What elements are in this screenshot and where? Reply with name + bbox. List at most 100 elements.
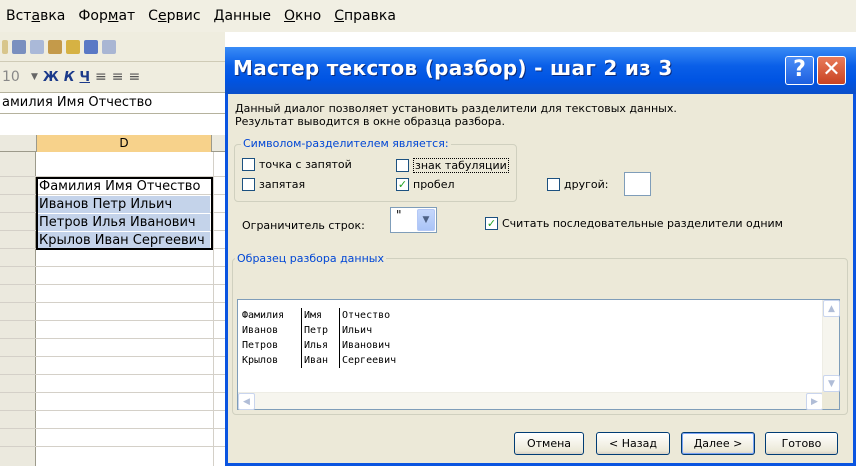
next-button[interactable]: Далее > xyxy=(681,432,755,455)
space-checkbox[interactable]: ✓ пробел xyxy=(396,178,455,191)
copy-icon[interactable] xyxy=(30,39,44,54)
row-headers xyxy=(0,152,36,466)
preview-cell[interactable]: Ильич xyxy=(340,323,430,338)
scroll-left-icon[interactable]: ◀ xyxy=(238,393,255,410)
cut-icon[interactable] xyxy=(12,39,26,54)
menu-item-help[interactable]: Справка xyxy=(334,8,396,24)
back-button[interactable]: < Назад xyxy=(596,432,670,455)
vertical-scrollbar[interactable]: ▲ ▼ xyxy=(822,300,840,392)
align-right-icon[interactable]: ≡ xyxy=(128,69,140,85)
grid-hline xyxy=(0,392,225,393)
delimiters-legend: Символом-разделителем является: xyxy=(241,137,451,150)
preview-cell[interactable]: Крылов xyxy=(242,353,302,368)
semicolon-label: точка с запятой xyxy=(259,158,352,171)
grid-hline xyxy=(0,284,225,285)
menu-item-service[interactable]: Сервис xyxy=(148,8,200,24)
close-button[interactable]: ✕ xyxy=(817,56,846,85)
scroll-up-icon[interactable]: ▲ xyxy=(823,300,840,317)
dialog-title: Мастер текстов (разбор) - шаг 2 из 3 xyxy=(233,56,673,80)
preview-cell[interactable]: Петр xyxy=(302,323,340,338)
preview-cell[interactable]: Отчество xyxy=(340,308,430,323)
column-header-d[interactable]: D xyxy=(36,135,212,152)
grid-hline xyxy=(0,338,225,339)
description-line: Данный диалог позволяет установить разде… xyxy=(235,102,677,115)
comma-label: запятая xyxy=(259,178,306,191)
description-line: Результат выводится в окне образца разбо… xyxy=(235,115,505,128)
formatting-toolbar: 10 ▼ Ж К Ч ≡ ≡ ≡ xyxy=(0,62,225,92)
tab-label: знак табуляции xyxy=(413,158,509,173)
undo-icon[interactable] xyxy=(84,39,98,54)
check-icon[interactable]: ✓ xyxy=(396,178,409,191)
redo-icon[interactable] xyxy=(102,39,116,54)
grid-hline xyxy=(0,410,225,411)
finish-button[interactable]: Готово xyxy=(765,432,838,455)
preview-cell[interactable]: Сергеевич xyxy=(340,353,430,368)
checkbox-box[interactable] xyxy=(242,178,255,191)
preview-cell[interactable]: Фамилия xyxy=(242,308,302,323)
data-preview[interactable]: Фамилия Имя Отчество Иванов Петр Ильич П… xyxy=(237,299,840,410)
font-size-dropdown-icon[interactable]: ▼ xyxy=(31,72,38,82)
checkbox-box[interactable] xyxy=(396,159,409,172)
consecutive-delimiters-checkbox[interactable]: ✓ Считать последовательные разделители о… xyxy=(485,217,783,230)
italic-icon[interactable]: К xyxy=(64,70,75,85)
preview-cell[interactable]: Иванович xyxy=(340,338,430,353)
scroll-right-icon[interactable]: ▶ xyxy=(806,393,823,410)
menu-item-insert[interactable]: Вставка xyxy=(6,8,65,24)
menu-bar: Вставка Формат Сервис Данные Окно Справк… xyxy=(0,0,856,32)
help-button[interactable]: ? xyxy=(785,56,814,85)
preview-row: Фамилия Имя Отчество xyxy=(242,308,430,323)
align-left-icon[interactable]: ≡ xyxy=(95,69,107,85)
align-center-icon[interactable]: ≡ xyxy=(112,69,124,85)
scrollbar-corner xyxy=(822,392,839,409)
preview-row: Петров Илья Иванович xyxy=(242,338,430,353)
text-qualifier-label: Ограничитель строк: xyxy=(242,219,365,232)
semicolon-checkbox[interactable]: точка с запятой xyxy=(242,158,352,171)
preview-cell[interactable]: Иванов xyxy=(242,323,302,338)
font-size-box[interactable]: 10 xyxy=(2,69,26,85)
menu-item-window[interactable]: Окно xyxy=(284,8,321,24)
grid-hline xyxy=(0,356,225,357)
preview-legend: Образец разбора данных xyxy=(235,252,386,265)
tab-checkbox[interactable]: знак табуляции xyxy=(396,158,509,173)
preview-row: Иванов Петр Ильич xyxy=(242,323,430,338)
preview-table: Фамилия Имя Отчество Иванов Петр Ильич П… xyxy=(242,308,430,368)
other-checkbox[interactable]: другой: xyxy=(547,178,608,191)
grid-hline xyxy=(0,374,225,375)
paste-icon[interactable] xyxy=(48,39,62,54)
consecutive-delimiters-label: Считать последовательные разделители одн… xyxy=(502,217,783,230)
format-painter-icon[interactable] xyxy=(66,39,80,54)
space-label: пробел xyxy=(413,178,455,191)
bold-icon[interactable]: Ж xyxy=(43,70,59,85)
formula-bar[interactable]: амилия Имя Отчество xyxy=(0,92,225,114)
menu-item-format[interactable]: Формат xyxy=(78,8,135,24)
checkbox-box[interactable] xyxy=(242,158,255,171)
other-label: другой: xyxy=(564,178,609,191)
sort-icon[interactable] xyxy=(2,39,8,54)
grid-vline xyxy=(213,152,214,466)
grid-hline xyxy=(0,428,225,429)
grid-hline xyxy=(0,446,225,447)
comma-checkbox[interactable]: запятая xyxy=(242,178,305,191)
check-icon[interactable]: ✓ xyxy=(485,217,498,230)
other-delimiter-input[interactable] xyxy=(624,172,651,196)
menu-item-data[interactable]: Данные xyxy=(214,8,272,24)
preview-cell[interactable]: Имя xyxy=(302,308,340,323)
horizontal-scrollbar[interactable]: ◀ ▶ xyxy=(238,392,823,410)
cancel-button[interactable]: Отмена xyxy=(514,432,584,455)
selection-border xyxy=(36,177,213,250)
text-qualifier-value: " xyxy=(396,208,402,222)
delimiters-group xyxy=(234,144,517,202)
grid-hline xyxy=(0,302,225,303)
preview-cell[interactable]: Петров xyxy=(242,338,302,353)
chevron-down-icon[interactable]: ▼ xyxy=(417,209,435,231)
grid-hline xyxy=(0,266,225,267)
preview-cell[interactable]: Иван xyxy=(302,353,340,368)
standard-toolbar xyxy=(0,32,225,62)
preview-cell[interactable]: Илья xyxy=(302,338,340,353)
dialog-titlebar[interactable]: Мастер текстов (разбор) - шаг 2 из 3 ? ✕ xyxy=(225,47,856,94)
scroll-down-icon[interactable]: ▼ xyxy=(823,375,840,392)
checkbox-box[interactable] xyxy=(547,178,560,191)
text-qualifier-select[interactable]: " ▼ xyxy=(390,207,437,233)
grid-hline xyxy=(0,320,225,321)
underline-icon[interactable]: Ч xyxy=(79,70,90,85)
